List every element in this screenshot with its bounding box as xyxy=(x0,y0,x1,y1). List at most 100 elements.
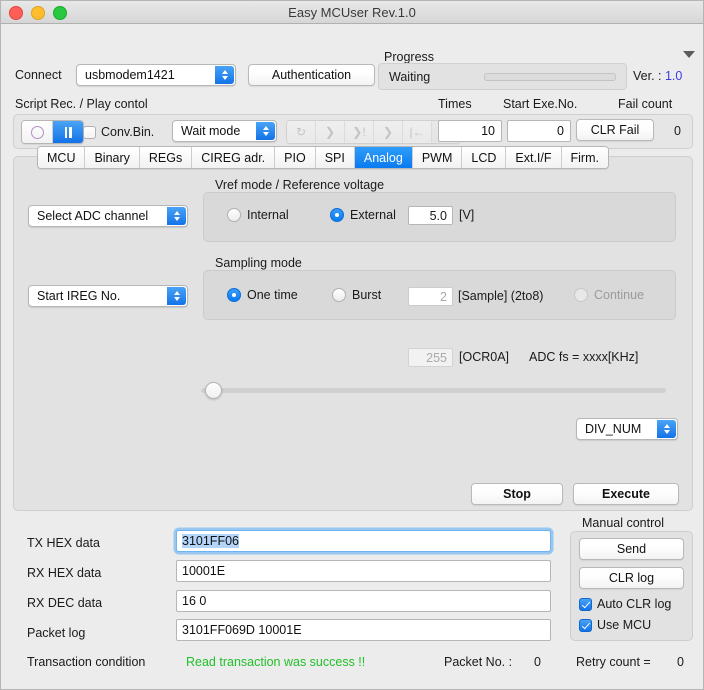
step-alt-icon: ❯ xyxy=(374,121,403,143)
zoom-button[interactable] xyxy=(53,6,67,20)
loop-icon: ↻ xyxy=(287,121,316,143)
div-num-value: DIV_NUM xyxy=(585,422,642,436)
vref-voltage-unit: [V] xyxy=(459,208,475,222)
progress-bar xyxy=(484,73,616,81)
conv-bin-label: Conv.Bin. xyxy=(101,125,155,139)
adc-channel-value: Select ADC channel xyxy=(37,209,149,223)
pause-icon xyxy=(64,126,72,138)
packet-log-input[interactable]: 3101FF069D 10001E xyxy=(176,619,551,641)
radio-internal-label: Internal xyxy=(247,208,289,222)
connect-port-select[interactable]: usbmodem1421 xyxy=(76,64,236,86)
radio-dot-selected xyxy=(330,208,344,222)
chevron-updown-icon xyxy=(167,287,186,305)
burst-count-input[interactable]: 2 xyxy=(408,287,453,306)
auto-clr-log-label: Auto CLR log xyxy=(597,597,672,611)
radio-dot xyxy=(227,208,241,222)
execute-button[interactable]: Execute xyxy=(573,483,679,505)
version-label: Ver. : 1.0 xyxy=(633,69,682,83)
rx-dec-label: RX DEC data xyxy=(27,596,103,610)
window-title: Easy MCUser Rev.1.0 xyxy=(288,4,416,20)
radio-internal[interactable]: Internal xyxy=(227,208,289,222)
packet-no-value: 0 xyxy=(534,655,541,669)
version-label-text: Ver. : xyxy=(633,69,665,83)
tab-ext-if[interactable]: Ext.I/F xyxy=(506,147,562,168)
tx-hex-input[interactable]: 3101FF06 xyxy=(176,530,551,552)
tab-mcu[interactable]: MCU xyxy=(38,147,86,168)
fail-count-value: 0 xyxy=(674,124,681,138)
rx-dec-input[interactable]: 16 0 xyxy=(176,590,551,612)
tab-regs[interactable]: REGs xyxy=(139,147,193,168)
stop-button[interactable]: Stop xyxy=(471,483,563,505)
radio-one-time[interactable]: One time xyxy=(227,288,298,302)
wait-mode-value: Wait mode xyxy=(181,124,241,138)
slider-track xyxy=(201,388,666,393)
use-mcu-label: Use MCU xyxy=(597,618,652,632)
pause-button[interactable] xyxy=(53,121,83,143)
times-input[interactable]: 10 xyxy=(438,120,502,142)
ocr0a-input[interactable]: 255 xyxy=(408,348,453,367)
minimize-button[interactable] xyxy=(31,6,45,20)
packet-no-label: Packet No. : xyxy=(444,655,513,669)
tab-firm[interactable]: Firm. xyxy=(561,147,608,168)
times-label: Times xyxy=(438,97,472,111)
transaction-status-text: Read transaction was success !! xyxy=(186,655,366,669)
tx-hex-value: 3101FF06 xyxy=(182,534,239,548)
tab-spi[interactable]: SPI xyxy=(315,147,355,168)
title-bar: Easy MCUser Rev.1.0 xyxy=(1,1,703,24)
record-play-segmented-control[interactable] xyxy=(21,120,84,144)
rx-hex-label: RX HEX data xyxy=(27,566,102,580)
start-exe-input[interactable]: 0 xyxy=(507,120,571,142)
clr-log-button[interactable]: CLR log xyxy=(579,567,684,589)
ocr0a-slider[interactable] xyxy=(201,382,666,400)
use-mcu-checkbox[interactable]: Use MCU xyxy=(579,618,651,632)
checkbox-box-checked xyxy=(579,597,592,611)
app-window: Easy MCUser Rev.1.0 Connect usbmodem1421… xyxy=(0,0,704,690)
progress-status: Waiting xyxy=(389,69,431,84)
ocr0a-label: [OCR0A] xyxy=(459,350,510,364)
ireg-no-value: Start IREG No. xyxy=(37,289,121,303)
tab-pwm[interactable]: PWM xyxy=(412,147,463,168)
record-circle-icon xyxy=(30,125,44,139)
radio-one-time-label: One time xyxy=(247,288,298,302)
div-num-select[interactable]: DIV_NUM xyxy=(576,418,678,440)
connect-label: Connect xyxy=(15,68,62,82)
tab-cireg-adr[interactable]: CIREG adr. xyxy=(192,147,276,168)
retry-count-label: Retry count = xyxy=(576,655,651,669)
tab-analog[interactable]: Analog xyxy=(354,147,413,168)
progress-panel: Waiting xyxy=(378,63,627,90)
auto-clr-log-checkbox[interactable]: Auto CLR log xyxy=(579,597,671,611)
fail-count-label: Fail count xyxy=(618,97,673,111)
transport-segmented-control: ↻ ❯ ❯! ❯ |← || xyxy=(286,120,461,144)
chevron-updown-icon xyxy=(256,122,275,140)
close-button[interactable] xyxy=(9,6,23,20)
adc-channel-select[interactable]: Select ADC channel xyxy=(28,205,188,227)
send-button[interactable]: Send xyxy=(579,538,684,560)
step-break-icon: ❯! xyxy=(345,121,374,143)
conv-bin-checkbox[interactable]: Conv.Bin. xyxy=(83,125,154,139)
radio-continue-label: Continue xyxy=(594,288,645,302)
radio-dot xyxy=(574,288,588,302)
tab-lcd[interactable]: LCD xyxy=(462,147,507,168)
rx-hex-input[interactable]: 10001E xyxy=(176,560,551,582)
radio-burst[interactable]: Burst xyxy=(332,288,381,302)
retry-count-value: 0 xyxy=(677,655,684,669)
radio-dot xyxy=(332,288,346,302)
radio-external[interactable]: External xyxy=(330,208,396,222)
wait-mode-select[interactable]: Wait mode xyxy=(172,120,277,142)
vref-voltage-input[interactable]: 5.0 xyxy=(408,206,453,225)
tab-bar: MCU Binary REGs CIREG adr. PIO SPI Analo… xyxy=(37,146,609,169)
sampling-group-title: Sampling mode xyxy=(215,256,302,270)
record-button[interactable] xyxy=(22,121,53,143)
window-controls xyxy=(9,6,67,20)
transaction-condition-label: Transaction condition xyxy=(27,655,146,669)
manual-control-title: Manual control xyxy=(582,516,664,530)
authentication-button[interactable]: Authentication xyxy=(248,64,375,86)
ireg-no-select[interactable]: Start IREG No. xyxy=(28,285,188,307)
tab-binary[interactable]: Binary xyxy=(85,147,140,168)
connect-port-value: usbmodem1421 xyxy=(85,68,175,82)
slider-thumb[interactable] xyxy=(205,382,222,399)
clr-fail-button[interactable]: CLR Fail xyxy=(576,119,654,141)
chevron-down-icon[interactable] xyxy=(683,51,695,58)
tab-pio[interactable]: PIO xyxy=(275,147,316,168)
tx-hex-label: TX HEX data xyxy=(27,536,100,550)
